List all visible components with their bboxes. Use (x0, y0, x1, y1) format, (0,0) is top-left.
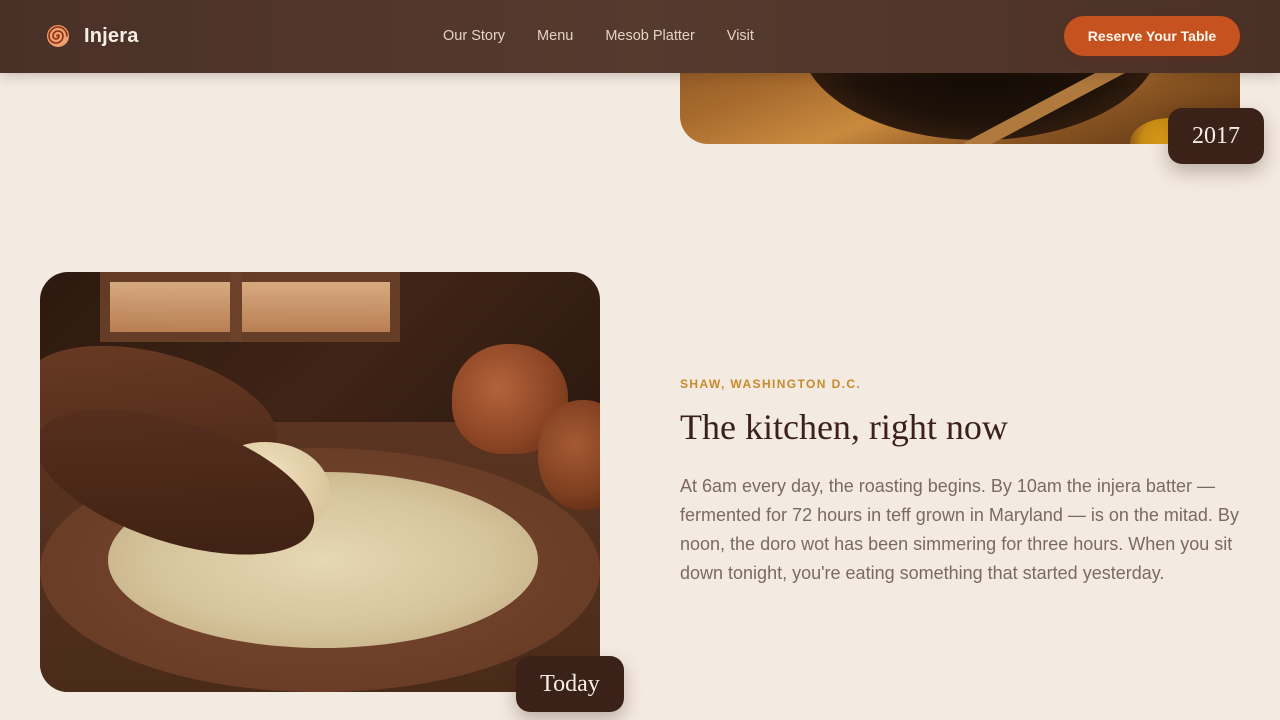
section-body: At 6am every day, the roasting begins. B… (680, 476, 1239, 583)
spiral-logo-icon (47, 25, 69, 47)
nav-links: Our Story Menu Mesob Platter Visit (443, 28, 786, 44)
today-badge: Today (516, 656, 624, 712)
top-navigation: Injera Our Story Menu Mesob Platter Visi… (0, 0, 1280, 73)
window-shape (100, 272, 400, 342)
nav-link-visit[interactable]: Visit (727, 28, 754, 44)
brand[interactable]: Injera (46, 24, 139, 48)
nav-link-menu[interactable]: Menu (537, 28, 573, 44)
kitchen-photo (40, 272, 600, 692)
section-title: The kitchen, right now (680, 407, 1008, 447)
year-badge-2017: 2017 (1168, 108, 1264, 164)
nav-link-mesob-platter[interactable]: Mesob Platter (605, 28, 694, 44)
location-eyebrow: SHAW, WASHINGTON D.C. (680, 377, 862, 391)
window-divider-shape (230, 272, 242, 342)
nav-link-our-story[interactable]: Our Story (443, 28, 505, 44)
reserve-table-button[interactable]: Reserve Your Table (1064, 16, 1240, 56)
brand-name: Injera (84, 24, 139, 47)
